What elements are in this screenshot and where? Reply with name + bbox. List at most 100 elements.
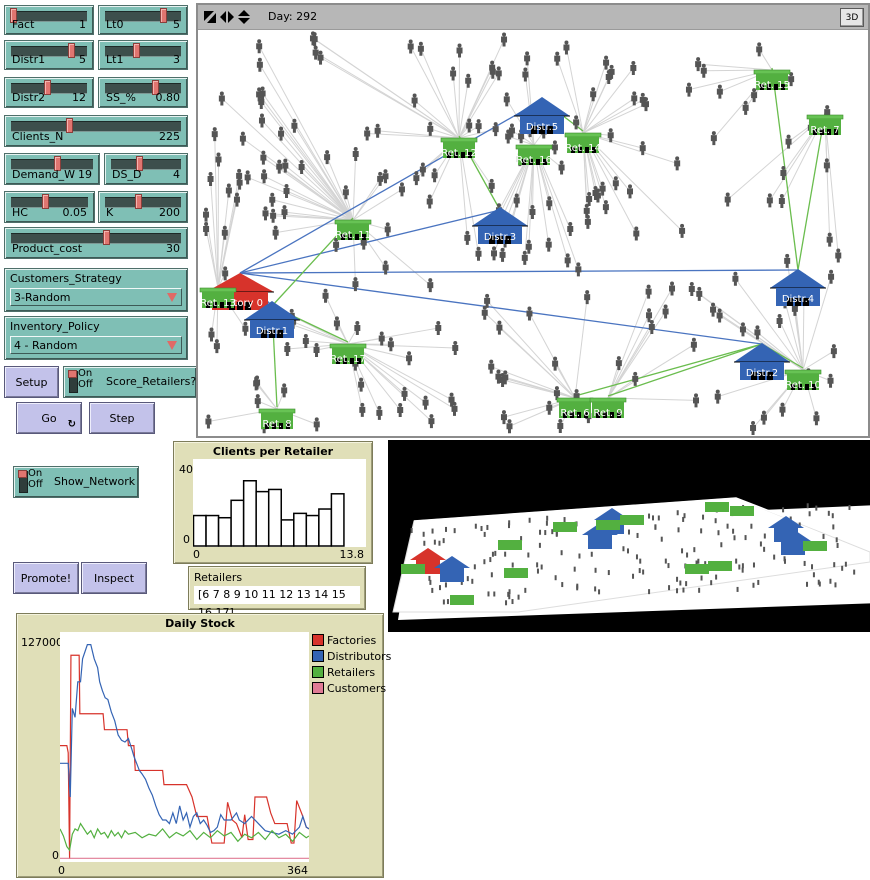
customer-icon[interactable] bbox=[558, 160, 565, 175]
dropdown-arrow-icon[interactable] bbox=[167, 293, 177, 302]
3d-canvas[interactable] bbox=[388, 440, 870, 632]
customer-icon[interactable] bbox=[313, 417, 320, 432]
customer-icon[interactable] bbox=[830, 344, 837, 359]
customer-icon[interactable] bbox=[354, 321, 361, 336]
step-button[interactable]: Step bbox=[89, 402, 155, 434]
customers-strategy-chooser[interactable]: Customers_Strategy 3-Random bbox=[4, 268, 188, 312]
customer-icon[interactable] bbox=[203, 221, 210, 236]
customer-icon[interactable] bbox=[496, 320, 503, 335]
customer-icon[interactable] bbox=[700, 63, 707, 78]
customer-icon[interactable] bbox=[685, 82, 692, 97]
customer-icon[interactable] bbox=[688, 281, 695, 296]
customer-icon[interactable] bbox=[546, 196, 553, 211]
customer-icon[interactable] bbox=[499, 247, 506, 262]
customer-icon[interactable] bbox=[546, 400, 553, 415]
slider-productcost[interactable]: Product_cost 30 bbox=[4, 227, 188, 259]
customer-icon[interactable] bbox=[827, 373, 834, 388]
customer-icon[interactable] bbox=[632, 371, 639, 386]
customer-icon[interactable] bbox=[359, 402, 366, 417]
slider-dsd[interactable]: DS_D 4 bbox=[104, 153, 188, 185]
customer-icon[interactable] bbox=[500, 410, 507, 425]
customer-icon[interactable] bbox=[281, 205, 288, 220]
customer-icon[interactable] bbox=[218, 91, 225, 106]
customer-icon[interactable] bbox=[262, 206, 269, 221]
3d-world-view[interactable] bbox=[388, 440, 870, 632]
customer-icon[interactable] bbox=[291, 118, 298, 133]
distributor-node[interactable]: Distr.5 bbox=[514, 97, 570, 134]
customer-icon[interactable] bbox=[495, 66, 502, 81]
customer-icon[interactable] bbox=[387, 337, 394, 352]
customer-icon[interactable] bbox=[835, 248, 842, 263]
switch-knob[interactable] bbox=[18, 470, 27, 478]
customer-icon[interactable] bbox=[254, 394, 261, 409]
customers-strategy-select[interactable]: 3-Random bbox=[10, 288, 182, 306]
3d-view-button[interactable]: 3D bbox=[840, 8, 864, 27]
customer-icon[interactable] bbox=[384, 222, 391, 237]
slider-thumb[interactable] bbox=[160, 8, 168, 23]
customer-icon[interactable] bbox=[464, 230, 471, 245]
customer-icon[interactable] bbox=[378, 331, 385, 346]
show-network-switch[interactable]: On Off Show_Network bbox=[13, 466, 139, 498]
customer-icon[interactable] bbox=[431, 168, 438, 183]
customer-icon[interactable] bbox=[612, 176, 619, 191]
customer-icon[interactable] bbox=[272, 225, 279, 240]
customer-icon[interactable] bbox=[242, 321, 249, 336]
world-view[interactable]: Day: 292 3D Factory 0 Distr.1 Distr.2 Distr… bbox=[196, 3, 870, 438]
slider-distr2[interactable]: Distr2 12 bbox=[4, 77, 94, 108]
customer-icon[interactable] bbox=[492, 122, 499, 137]
promote-button[interactable]: Promote! bbox=[13, 562, 79, 594]
slider-clients[interactable]: Clients_N 225 bbox=[4, 115, 188, 147]
customer-icon[interactable] bbox=[256, 57, 263, 72]
customer-icon[interactable] bbox=[475, 119, 482, 134]
customer-icon[interactable] bbox=[545, 237, 552, 252]
customer-icon[interactable] bbox=[382, 169, 389, 184]
slider-fact[interactable]: Fact 1 bbox=[4, 5, 94, 35]
customer-icon[interactable] bbox=[695, 57, 702, 72]
customer-icon[interactable] bbox=[551, 140, 558, 155]
customer-icon[interactable] bbox=[693, 393, 700, 408]
customer-icon[interactable] bbox=[750, 420, 757, 435]
customer-icon[interactable] bbox=[525, 239, 532, 254]
distributor-node[interactable]: Distr.4 bbox=[770, 269, 826, 306]
customer-icon[interactable] bbox=[374, 123, 381, 138]
go-button[interactable]: Go ↻ bbox=[16, 402, 82, 434]
retailer-node[interactable]: Ret. 11 bbox=[334, 219, 372, 241]
vertical-resize-icon[interactable] bbox=[238, 10, 250, 24]
retailer-node[interactable]: Ret. 10 bbox=[784, 369, 822, 391]
slider-thumb[interactable] bbox=[132, 43, 140, 58]
customer-icon[interactable] bbox=[225, 183, 232, 198]
inventory-policy-chooser[interactable]: Inventory_Policy 4 - Random bbox=[4, 316, 188, 360]
customer-icon[interactable] bbox=[552, 356, 559, 371]
customer-icon[interactable] bbox=[456, 43, 463, 58]
retailer-node[interactable]: Ret. 12 bbox=[440, 137, 478, 159]
customer-icon[interactable] bbox=[452, 340, 459, 355]
customer-icon[interactable] bbox=[422, 395, 429, 410]
customer-icon[interactable] bbox=[669, 281, 676, 296]
customer-icon[interactable] bbox=[602, 200, 609, 215]
inspect-button[interactable]: Inspect bbox=[81, 562, 147, 594]
customer-icon[interactable] bbox=[503, 92, 510, 107]
customer-icon[interactable] bbox=[313, 343, 320, 358]
customer-icon[interactable] bbox=[284, 341, 291, 356]
customer-icon[interactable] bbox=[627, 184, 634, 199]
customer-icon[interactable] bbox=[261, 169, 268, 184]
slider-thumb[interactable] bbox=[102, 230, 110, 245]
dropdown-arrow-icon[interactable] bbox=[167, 341, 177, 350]
customer-icon[interactable] bbox=[406, 351, 413, 366]
customer-icon[interactable] bbox=[427, 278, 434, 293]
customer-icon[interactable] bbox=[239, 131, 246, 146]
customer-icon[interactable] bbox=[211, 127, 218, 142]
slider-thumb[interactable] bbox=[134, 194, 142, 209]
edge-toggle-icon[interactable] bbox=[204, 11, 216, 23]
customer-icon[interactable] bbox=[584, 290, 591, 305]
customer-icon[interactable] bbox=[208, 327, 215, 342]
customer-icon[interactable] bbox=[435, 321, 442, 336]
customer-icon[interactable] bbox=[524, 51, 531, 66]
distributor-node[interactable]: Distr.3 bbox=[472, 207, 528, 244]
customer-icon[interactable] bbox=[679, 223, 686, 238]
customer-icon[interactable] bbox=[427, 121, 434, 136]
customer-icon[interactable] bbox=[813, 411, 820, 426]
retailer-node[interactable]: Ret. 15 bbox=[753, 69, 791, 91]
customer-icon[interactable] bbox=[213, 339, 220, 354]
retailer-node[interactable]: Ret. 9 bbox=[589, 397, 627, 419]
